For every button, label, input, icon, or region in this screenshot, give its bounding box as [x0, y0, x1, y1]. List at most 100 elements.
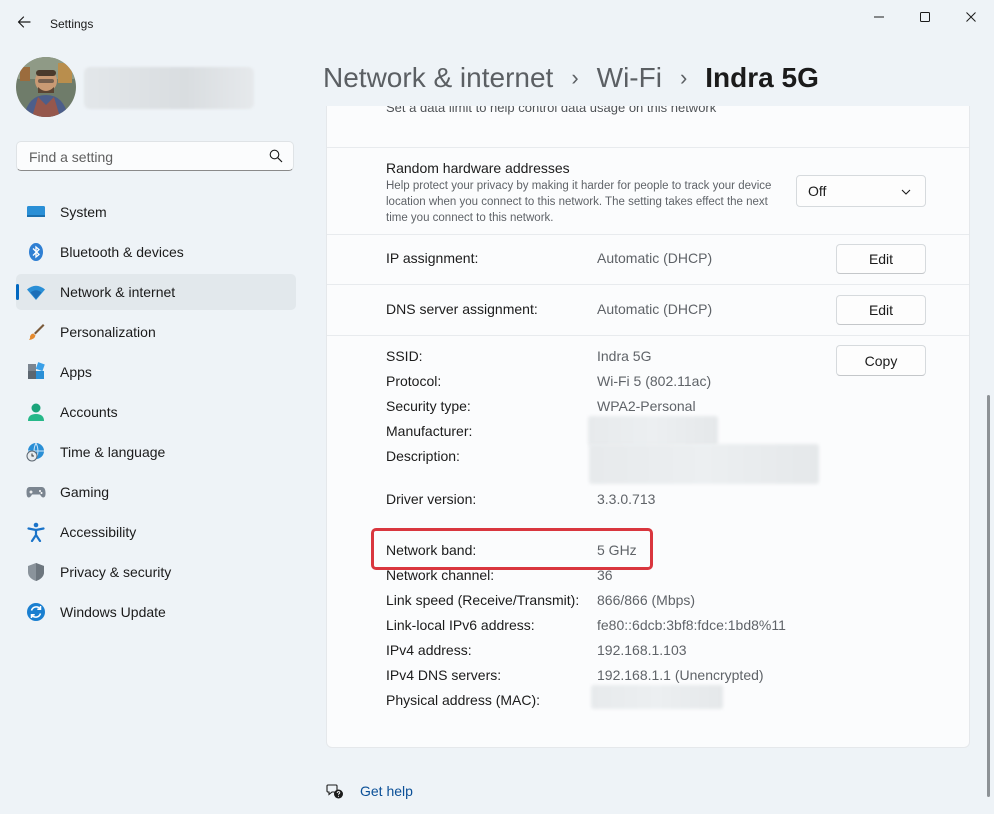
mac-label: Physical address (MAC):: [386, 692, 541, 708]
back-arrow-icon: [17, 16, 31, 28]
copy-button[interactable]: Copy: [836, 345, 926, 376]
link-speed-label: Link speed (Receive/Transmit):: [386, 592, 580, 608]
app-title: Settings: [50, 17, 94, 31]
network-channel-value: 36: [597, 567, 613, 583]
ipv6-value: fe80::6dcb:3bf8:fdce:1bd8%11: [597, 617, 786, 633]
sidebar-item-label: Accounts: [60, 404, 118, 420]
close-button[interactable]: [956, 8, 986, 26]
manufacturer-value-redacted: [588, 416, 718, 446]
back-button[interactable]: [12, 10, 36, 34]
protocol-value: Wi-Fi 5 (802.11ac): [597, 373, 712, 389]
sidebar-item-personalization[interactable]: Personalization: [16, 314, 296, 350]
network-band-label: Network band:: [386, 542, 477, 558]
divider: [327, 147, 969, 148]
ipv6-label: Link-local IPv6 address:: [386, 617, 535, 633]
manufacturer-label: Manufacturer:: [386, 423, 473, 439]
close-icon: [966, 12, 976, 22]
accessibility-icon: [26, 522, 46, 542]
chevron-right-icon: ›: [679, 65, 688, 90]
help-icon: [326, 784, 343, 799]
dns-assignment-label: DNS server assignment:: [386, 301, 538, 317]
sidebar-item-system[interactable]: System: [16, 194, 296, 230]
user-name-redacted: [84, 67, 254, 109]
network-properties-card: Set a data limit to help control data us…: [326, 106, 970, 748]
sidebar-item-gaming[interactable]: Gaming: [16, 474, 296, 510]
page-title: Indra 5G: [705, 62, 819, 93]
update-icon: [26, 602, 46, 622]
network-band-value: 5 GHz: [597, 542, 637, 558]
ipv4-value: 192.168.1.103: [597, 642, 687, 658]
breadcrumb-wifi[interactable]: Wi-Fi: [597, 62, 662, 94]
ip-edit-button[interactable]: Edit: [836, 244, 926, 274]
search-icon[interactable]: [269, 149, 283, 168]
divider: [327, 335, 969, 336]
random-hw-title: Random hardware addresses: [386, 160, 570, 176]
ipv4-dns-label: IPv4 DNS servers:: [386, 667, 502, 683]
globe-clock-icon: [26, 442, 46, 462]
divider: [327, 234, 969, 235]
title-bar: Settings: [0, 0, 994, 48]
search-input[interactable]: [27, 147, 261, 167]
sidebar-item-privacy[interactable]: Privacy & security: [16, 554, 296, 590]
protocol-label: Protocol:: [386, 373, 442, 389]
network-channel-label: Network channel:: [386, 567, 495, 583]
minimize-button[interactable]: [864, 8, 894, 26]
random-hw-description: Help protect your privacy by making it h…: [386, 180, 772, 224]
get-help-label: Get help: [360, 783, 413, 799]
sidebar-item-time-language[interactable]: Time & language: [16, 434, 296, 470]
sidebar-item-label: Personalization: [60, 324, 156, 340]
security-type-value: WPA2-Personal: [597, 398, 696, 414]
maximize-icon: [920, 12, 930, 22]
dns-edit-button[interactable]: Edit: [836, 295, 926, 325]
sidebar-item-label: Network & internet: [60, 284, 176, 300]
user-photo: [16, 57, 76, 117]
divider: [327, 284, 969, 285]
ssid-label: SSID:: [386, 348, 423, 364]
wifi-icon: [26, 282, 46, 302]
driver-version-value: 3.3.0.713: [597, 491, 656, 507]
sidebar-item-label: System: [60, 204, 107, 220]
sidebar-item-label: Windows Update: [60, 604, 166, 620]
sidebar-item-windows-update[interactable]: Windows Update: [16, 594, 296, 630]
sidebar-item-apps[interactable]: Apps: [16, 354, 296, 390]
breadcrumb: Network & internet › Wi-Fi › Indra 5G: [323, 58, 819, 98]
breadcrumb-network[interactable]: Network & internet: [323, 62, 553, 94]
account-icon: [26, 402, 46, 422]
system-icon: [26, 202, 46, 222]
sidebar-item-label: Accessibility: [60, 524, 137, 540]
description-label: Description:: [386, 448, 460, 464]
ip-assignment-value: Automatic (DHCP): [597, 250, 713, 266]
bluetooth-icon: [26, 242, 46, 262]
data-limit-description: Set a data limit to help control data us…: [386, 106, 717, 115]
description-value-redacted: [589, 444, 819, 484]
ipv4-label: IPv4 address:: [386, 642, 472, 658]
chevron-right-icon: ›: [571, 65, 579, 90]
get-help-link[interactable]: Get help: [326, 782, 413, 800]
ipv4-dns-value: 192.168.1.1 (Unencrypted): [597, 667, 764, 683]
sidebar-item-label: Apps: [60, 364, 92, 380]
sidebar-item-accounts[interactable]: Accounts: [16, 394, 296, 430]
sidebar-item-accessibility[interactable]: Accessibility: [16, 514, 296, 550]
avatar[interactable]: [16, 57, 76, 117]
maximize-button[interactable]: [910, 8, 940, 26]
ip-assignment-label: IP assignment:: [386, 250, 479, 266]
chevron-down-icon: [901, 189, 911, 195]
sidebar-item-label: Gaming: [60, 484, 110, 500]
search-box[interactable]: [16, 141, 294, 171]
ssid-value: Indra 5G: [597, 348, 652, 364]
dropdown-value: Off: [808, 183, 827, 199]
security-type-label: Security type:: [386, 398, 471, 414]
sidebar-item-label: Bluetooth & devices: [60, 244, 184, 260]
random-hw-dropdown[interactable]: Off: [796, 175, 926, 207]
sidebar-item-bluetooth[interactable]: Bluetooth & devices: [16, 234, 296, 270]
driver-version-label: Driver version:: [386, 491, 477, 507]
sidebar-item-label: Privacy & security: [60, 564, 172, 580]
sidebar-item-network[interactable]: Network & internet: [16, 274, 296, 310]
scrollbar[interactable]: [987, 395, 990, 797]
dns-assignment-value: Automatic (DHCP): [597, 301, 713, 317]
sidebar-nav: System Bluetooth & devices Network & int…: [16, 194, 296, 634]
apps-icon: [26, 362, 46, 382]
brush-icon: [26, 322, 46, 342]
gamepad-icon: [26, 482, 46, 502]
link-speed-value: 866/866 (Mbps): [597, 592, 696, 608]
